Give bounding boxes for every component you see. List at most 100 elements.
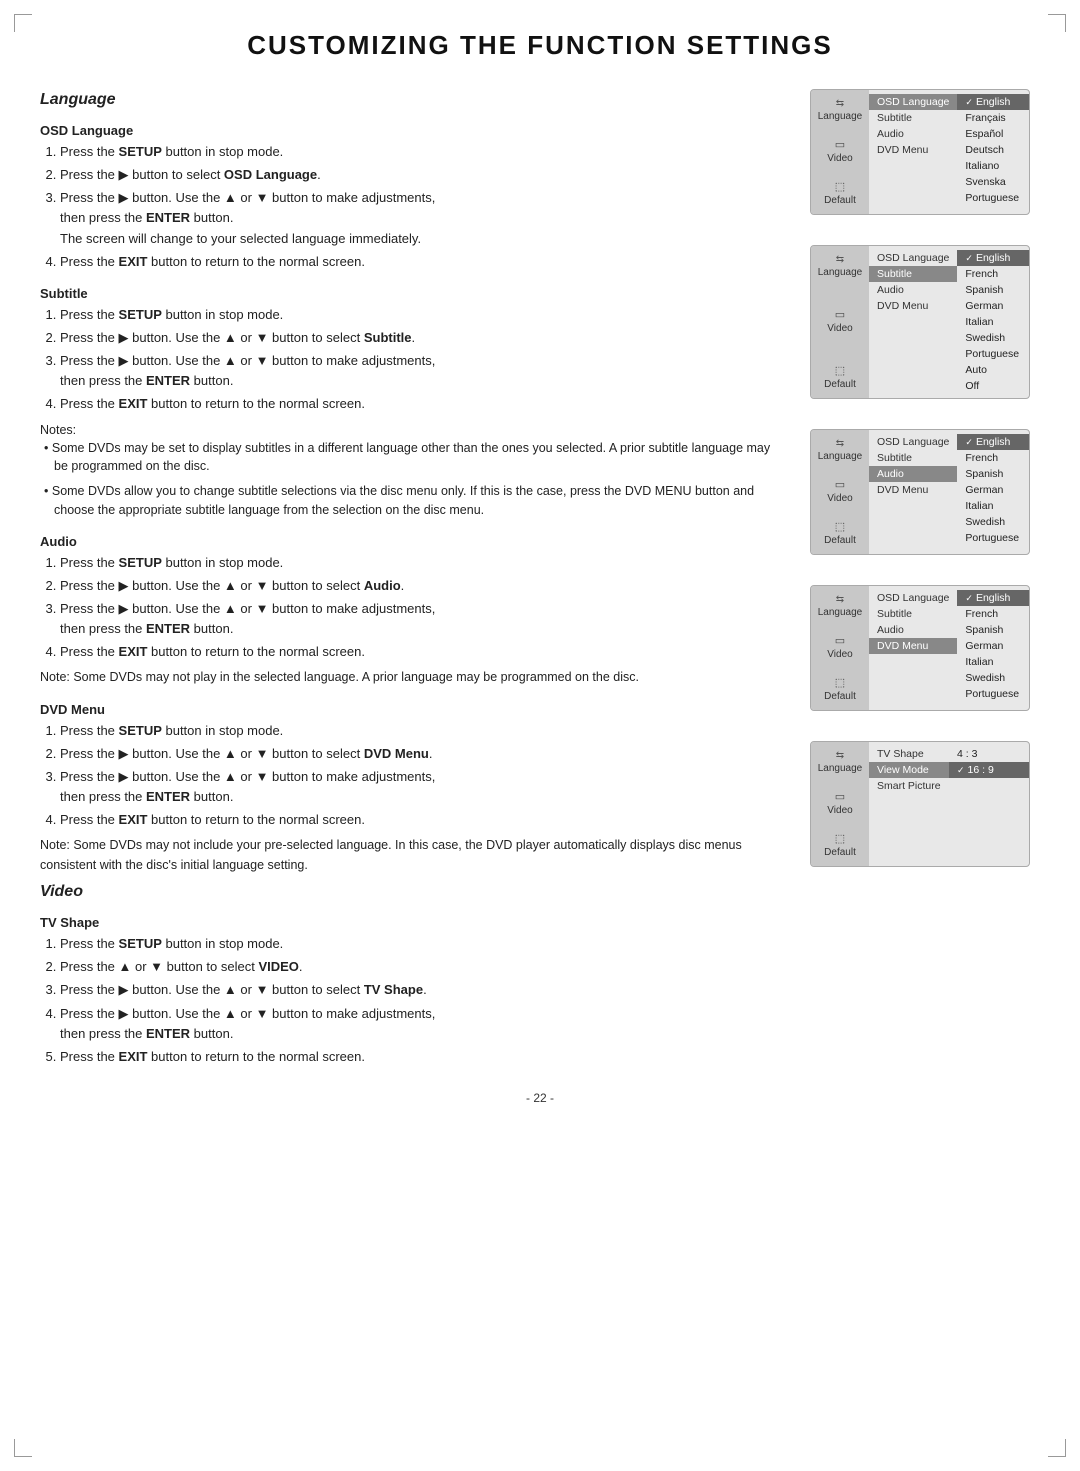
- audio-step-2: Press the ▶ button. Use the ▲ or ▼ butto…: [60, 576, 782, 596]
- dvd-sidebar-default-label: Default: [824, 691, 856, 702]
- osd-step-4: Press the EXIT button to return to the n…: [60, 252, 782, 272]
- audio-check-icon: ✓: [965, 437, 973, 448]
- subtitle-step-2: Press the ▶ button. Use the ▲ or ▼ butto…: [60, 328, 782, 348]
- dvd-col1-osd: OSD Language: [869, 590, 957, 606]
- osd-menu-content: OSD Language Subtitle Audio DVD Menu ✓ E…: [869, 90, 1029, 214]
- right-column: ⇆ Language ▭ Video ⬚ Default OSD Languag…: [810, 83, 1040, 1073]
- osd-col1-item-osd: OSD Language: [869, 94, 957, 110]
- dvd-col1: OSD Language Subtitle Audio DVD Menu: [869, 586, 957, 710]
- dvd-step-1: Press the SETUP button in stop mode.: [60, 721, 782, 741]
- audio-col1-audio: Audio: [869, 466, 957, 482]
- language-section: Language OSD Language Press the SETUP bu…: [40, 91, 782, 875]
- audio-language-arrow-icon: ⇆: [836, 438, 844, 449]
- osd-col1-item-dvd: DVD Menu: [869, 142, 957, 158]
- video-menu-content: TV Shape View Mode Smart Picture 4 : 3 ✓…: [869, 742, 1029, 866]
- dvd-col2-italian: Italian: [957, 654, 1029, 670]
- audio-col2-swedish: Swedish: [957, 514, 1029, 530]
- vid-col1-tvshape: TV Shape: [869, 746, 949, 762]
- sidebar-language-item: ⇆ Language: [818, 98, 863, 122]
- subtitle-step-3: Press the ▶ button. Use the ▲ or ▼ butto…: [60, 351, 782, 391]
- subtitle-heading: Subtitle: [40, 286, 782, 301]
- sub-col2-english: ✓ English: [957, 250, 1029, 266]
- sub-col2-swedish: Swedish: [957, 330, 1029, 346]
- tv-shape-step-2: Press the ▲ or ▼ button to select VIDEO.: [60, 957, 782, 977]
- audio-col1-osd: OSD Language: [869, 434, 957, 450]
- sub-sidebar-default-label: Default: [824, 379, 856, 390]
- audio-col1-dvd: DVD Menu: [869, 482, 957, 498]
- osd-language-subsection: OSD Language Press the SETUP button in s…: [40, 123, 782, 272]
- audio-sidebar-language-label: Language: [818, 451, 863, 462]
- osd-menu-sidebar: ⇆ Language ▭ Video ⬚ Default: [811, 90, 869, 214]
- vid-language-arrow-icon: ⇆: [836, 750, 844, 761]
- dvd-menu-content: OSD Language Subtitle Audio DVD Menu ✓ E…: [869, 586, 1029, 710]
- sub-sidebar-language: ⇆ Language: [818, 254, 863, 278]
- dvd-menu-box: ⇆ Language ▭ Video ⬚ Default OSD Languag…: [810, 585, 1030, 711]
- audio-col2-german: German: [957, 482, 1029, 498]
- dvd-sidebar-video-label: Video: [827, 649, 852, 660]
- vid-sidebar-language: ⇆ Language: [818, 750, 863, 774]
- tv-shape-subsection: TV Shape Press the SETUP button in stop …: [40, 915, 782, 1067]
- sub-col2-french: French: [957, 266, 1029, 282]
- tv-shape-steps: Press the SETUP button in stop mode. Pre…: [60, 934, 782, 1067]
- audio-menu-content: OSD Language Subtitle Audio DVD Menu ✓ E…: [869, 430, 1029, 554]
- audio-step-3: Press the ▶ button. Use the ▲ or ▼ butto…: [60, 599, 782, 639]
- osd-step-3: Press the ▶ button. Use the ▲ or ▼ butto…: [60, 188, 782, 248]
- dvd-sidebar-language: ⇆ Language: [818, 594, 863, 618]
- sidebar-default-item: ⬚ Default: [824, 180, 856, 206]
- video-col2: 4 : 3 ✓ 16 : 9: [949, 742, 1029, 866]
- video-section-heading: Video: [40, 883, 782, 901]
- audio-menu-inner: ⇆ Language ▭ Video ⬚ Default OSD Languag…: [811, 430, 1029, 554]
- dvd-sidebar-video: ▭ Video: [827, 634, 852, 660]
- dvd-col2-english: ✓ English: [957, 590, 1029, 606]
- sidebar-video-label: Video: [827, 153, 852, 164]
- subtitle-step-1: Press the SETUP button in stop mode.: [60, 305, 782, 325]
- sub-sidebar-default: ⬚ Default: [824, 364, 856, 390]
- subtitle-col2: ✓ English French Spanish German Italian …: [957, 246, 1029, 398]
- vid-default-icon: ⬚: [835, 832, 845, 845]
- sub-col2-german: German: [957, 298, 1029, 314]
- osd-col2-french: Français: [957, 110, 1029, 126]
- subtitle-col1: OSD Language Subtitle Audio DVD Menu: [869, 246, 957, 398]
- vid-sidebar-video-label: Video: [827, 805, 852, 816]
- vid-col1-smartpicture: Smart Picture: [869, 778, 949, 794]
- audio-heading: Audio: [40, 534, 782, 549]
- audio-step-1: Press the SETUP button in stop mode.: [60, 553, 782, 573]
- audio-sidebar-language: ⇆ Language: [818, 438, 863, 462]
- osd-col2-english: ✓ English: [957, 94, 1029, 110]
- audio-col2-portuguese: Portuguese: [957, 530, 1029, 546]
- audio-video-icon: ▭: [835, 478, 845, 491]
- dvd-step-2: Press the ▶ button. Use the ▲ or ▼ butto…: [60, 744, 782, 764]
- osd-col2-german: Deutsch: [957, 142, 1029, 158]
- audio-col2-spanish: Spanish: [957, 466, 1029, 482]
- sub-sidebar-video: ▭ Video: [827, 308, 852, 334]
- dvd-col2-french: French: [957, 606, 1029, 622]
- osd-language-heading: OSD Language: [40, 123, 782, 138]
- sub-col1-subtitle: Subtitle: [869, 266, 957, 282]
- sub-check-icon: ✓: [965, 253, 973, 264]
- subtitle-note-1: Some DVDs may be set to display subtitle…: [54, 439, 782, 477]
- audio-col2-french: French: [957, 450, 1029, 466]
- osd-col1-item-audio: Audio: [869, 126, 957, 142]
- tv-shape-step-5: Press the EXIT button to return to the n…: [60, 1047, 782, 1067]
- osd-col2: ✓ English Français Español Deutsch Itali…: [957, 90, 1029, 214]
- sidebar-video-item: ▭ Video: [827, 138, 852, 164]
- sub-sidebar-video-label: Video: [827, 323, 852, 334]
- audio-col1: OSD Language Subtitle Audio DVD Menu: [869, 430, 957, 554]
- dvd-sidebar-language-label: Language: [818, 607, 863, 618]
- dvd-menu-steps: Press the SETUP button in stop mode. Pre…: [60, 721, 782, 831]
- vid-sidebar-video: ▭ Video: [827, 790, 852, 816]
- sub-col1-dvd: DVD Menu: [869, 298, 957, 314]
- dvd-col2: ✓ English French Spanish German Italian …: [957, 586, 1029, 710]
- page-title: CUSTOMIZING THE FUNCTION SETTINGS: [40, 30, 1040, 61]
- tv-shape-step-3: Press the ▶ button. Use the ▲ or ▼ butto…: [60, 980, 782, 1000]
- osd-col2-italian: Italiano: [957, 158, 1029, 174]
- vid-video-icon: ▭: [835, 790, 845, 803]
- subtitle-menu-box: ⇆ Language ▭ Video ⬚ Default OSD Languag…: [810, 245, 1030, 399]
- audio-default-icon: ⬚: [835, 520, 845, 533]
- tv-shape-step-4: Press the ▶ button. Use the ▲ or ▼ butto…: [60, 1004, 782, 1044]
- audio-sidebar-video-label: Video: [827, 493, 852, 504]
- dvd-col2-spanish: Spanish: [957, 622, 1029, 638]
- dvd-menu-note: Note: Some DVDs may not include your pre…: [40, 836, 782, 875]
- sidebar-language-label: Language: [818, 111, 863, 122]
- vid-col2-169: ✓ 16 : 9: [949, 762, 1029, 778]
